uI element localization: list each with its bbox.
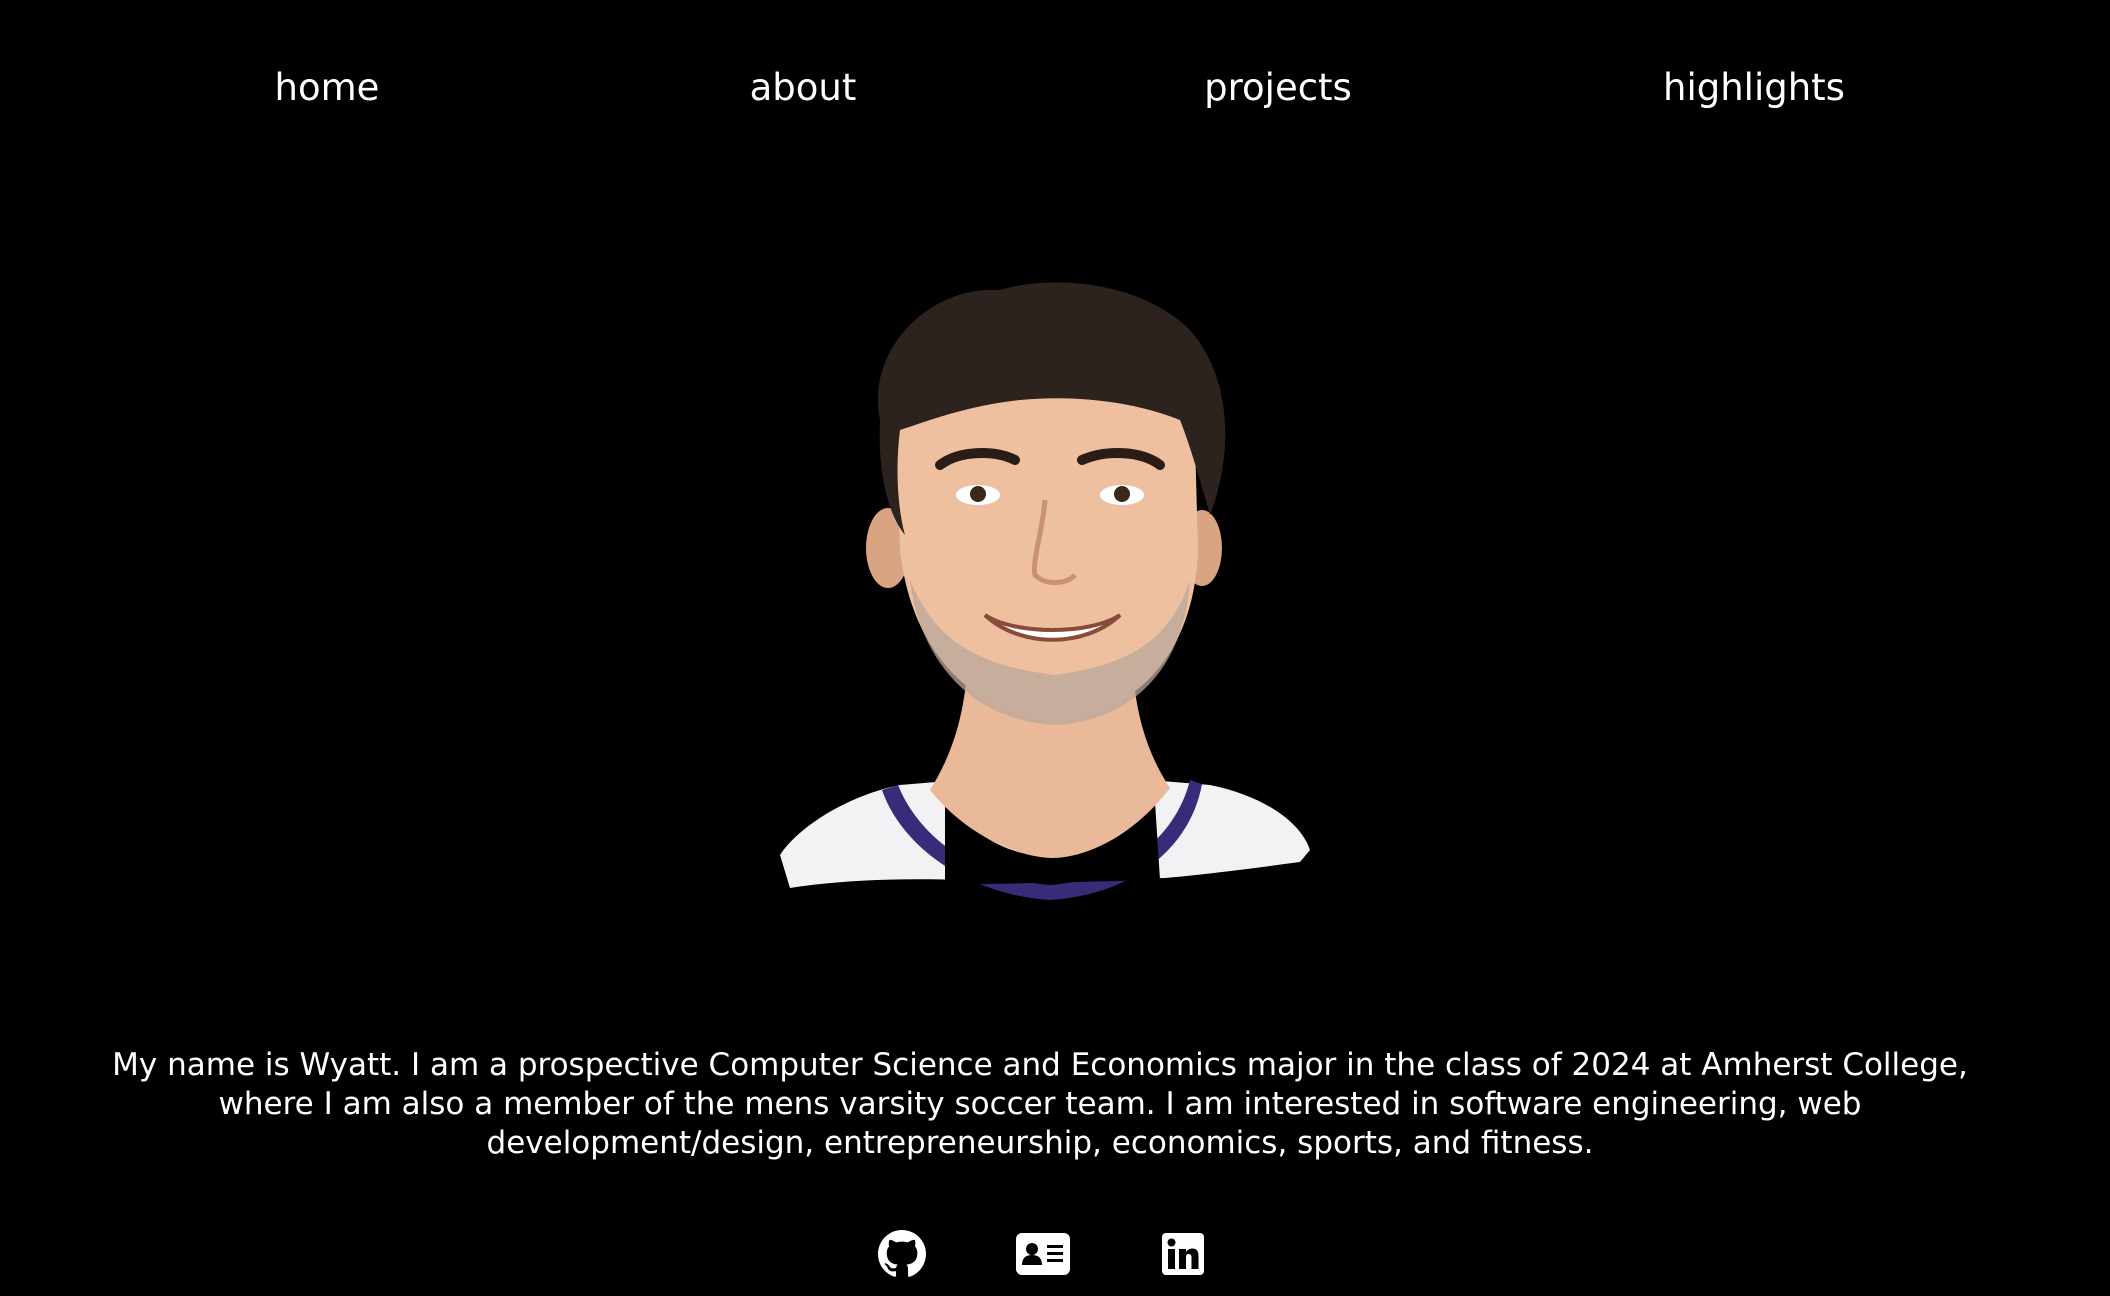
page: home about projects highlights My name i… bbox=[0, 0, 2110, 1296]
nav-home-link[interactable]: home bbox=[177, 62, 477, 114]
portrait-head bbox=[866, 282, 1226, 725]
nav-highlights-link[interactable]: highlights bbox=[1604, 62, 1904, 114]
id-card-icon bbox=[1016, 1233, 1070, 1275]
bio-text: My name is Wyatt. I am a prospective Com… bbox=[112, 1047, 1968, 1161]
profile-portrait bbox=[780, 282, 1310, 900]
github-link[interactable] bbox=[874, 1228, 930, 1280]
main-nav: home about projects highlights bbox=[0, 62, 2110, 114]
nav-projects-link[interactable]: projects bbox=[1128, 62, 1428, 114]
github-icon bbox=[878, 1230, 926, 1277]
linkedin-icon bbox=[1162, 1233, 1204, 1275]
resume-link[interactable] bbox=[1015, 1228, 1071, 1280]
linkedin-link[interactable] bbox=[1155, 1228, 1211, 1280]
social-links bbox=[0, 1228, 2110, 1280]
nav-about-link[interactable]: about bbox=[653, 62, 953, 114]
